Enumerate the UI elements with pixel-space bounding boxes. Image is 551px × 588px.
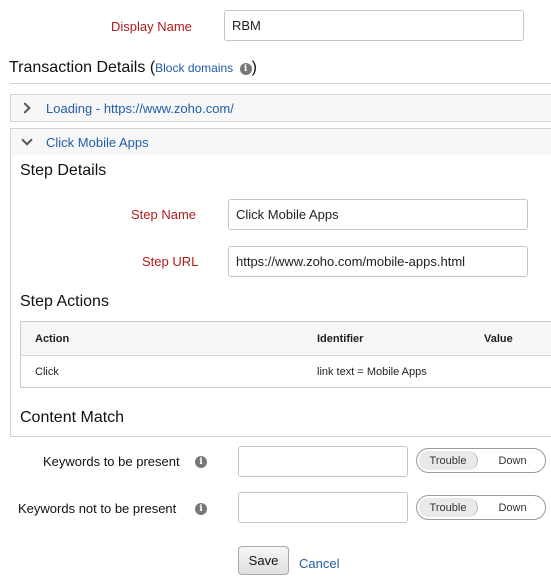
chevron-right-icon <box>19 102 31 114</box>
identifier-cell: link text = Mobile Apps <box>303 355 470 388</box>
content-match-title: Content Match <box>20 409 125 426</box>
display-name-input[interactable]: RBM <box>224 10 524 41</box>
step-name-label: Step Name <box>131 207 197 222</box>
table-row[interactable]: Click link text = Mobile Apps <box>20 355 551 388</box>
transaction-details-heading: Transaction Details (Block domains i) <box>9 59 257 77</box>
step-actions-table: Action Identifier Value Click link text … <box>20 321 551 388</box>
keywords-present-input[interactable] <box>238 446 408 477</box>
step-name-input[interactable]: Click Mobile Apps <box>228 199 528 230</box>
divider <box>10 83 551 84</box>
info-icon[interactable]: i <box>195 503 207 515</box>
display-name-label: Display Name <box>111 19 192 34</box>
step-url-label: Step URL <box>142 254 199 269</box>
value-cell <box>470 355 551 388</box>
keywords-present-toggle[interactable]: Trouble Down <box>416 448 546 473</box>
step-accordion-loading[interactable]: Loading - https://www.zoho.com/ <box>10 94 551 122</box>
column-header-value: Value <box>470 321 551 356</box>
keywords-present-label: Keywords to be present <box>43 454 180 469</box>
toggle-trouble[interactable]: Trouble <box>419 498 478 517</box>
toggle-trouble[interactable]: Trouble <box>419 451 478 470</box>
action-cell: Click <box>20 355 303 388</box>
keywords-not-present-input[interactable] <box>238 492 408 523</box>
close-paren: ) <box>251 59 257 76</box>
table-header-row: Action Identifier Value <box>20 321 551 356</box>
column-header-identifier: Identifier <box>303 321 470 356</box>
chevron-down-icon <box>21 134 33 146</box>
toggle-down[interactable]: Down <box>480 449 545 472</box>
transaction-details-title: Transaction Details <box>9 59 146 76</box>
cancel-link[interactable]: Cancel <box>299 556 339 571</box>
step-details-title: Step Details <box>20 162 107 179</box>
step-label-click-mobile-apps: Click Mobile Apps <box>46 135 149 150</box>
column-header-action: Action <box>20 321 303 356</box>
step-label-loading: Loading - https://www.zoho.com/ <box>46 101 234 116</box>
step-actions-title: Step Actions <box>20 293 109 310</box>
divider <box>11 436 551 437</box>
keywords-not-present-toggle[interactable]: Trouble Down <box>416 495 546 520</box>
step-url-input[interactable]: https://www.zoho.com/mobile-apps.html <box>228 246 528 277</box>
toggle-down[interactable]: Down <box>480 496 545 519</box>
block-domains-link[interactable]: Block domains <box>155 61 233 75</box>
info-icon[interactable]: i <box>239 63 252 75</box>
step-accordion-click-mobile-apps[interactable]: Click Mobile Apps <box>10 128 551 156</box>
save-button[interactable]: Save <box>238 546 289 575</box>
info-icon[interactable]: i <box>195 456 207 468</box>
keywords-not-present-label: Keywords not to be present <box>18 501 177 516</box>
